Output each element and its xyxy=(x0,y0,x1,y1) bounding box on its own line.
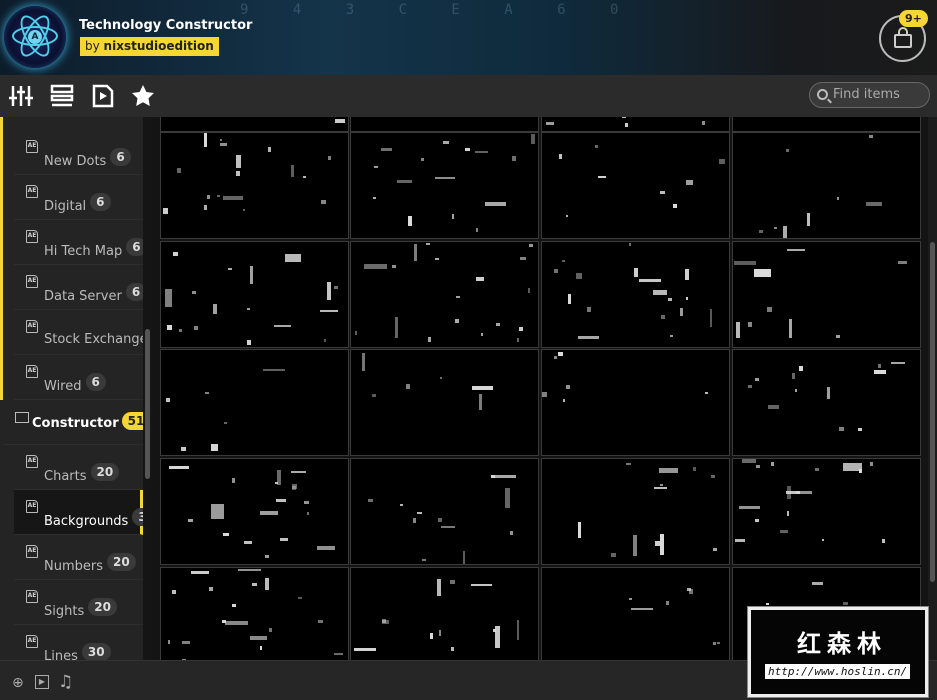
sidebar-item-backgrounds[interactable]: AE Backgrounds 3 xyxy=(14,490,143,535)
3d-object-icon[interactable]: ⊕ xyxy=(12,675,28,691)
thumbnail-item[interactable] xyxy=(350,567,539,660)
star-icon[interactable] xyxy=(131,84,155,108)
app-title: Technology Constructor xyxy=(79,18,253,33)
sidebar-item-data-server[interactable]: AE Data Server 6 xyxy=(14,265,143,310)
thumbnail-item[interactable] xyxy=(541,241,730,348)
thumbnail-item[interactable] xyxy=(350,349,539,456)
search-icon xyxy=(817,89,828,100)
thumbnail-item[interactable] xyxy=(160,132,349,239)
thumbnail-item[interactable] xyxy=(732,349,921,456)
thumbnail-item[interactable] xyxy=(160,117,349,132)
thumbnail-item[interactable] xyxy=(732,117,921,132)
ae-file-icon: AE xyxy=(26,185,38,198)
ae-file-icon: AE xyxy=(26,275,38,288)
thumbnail-grid xyxy=(152,117,928,660)
header-background-digits: 9 4 3 C E A 6 0 xyxy=(240,2,637,18)
thumbnail-item[interactable] xyxy=(732,132,921,239)
sidebar-item-lines[interactable]: AE Lines 30 xyxy=(14,625,143,660)
sliders-icon[interactable] xyxy=(9,84,33,108)
sidebar-item-numbers[interactable]: AE Numbers 20 xyxy=(14,535,143,580)
ae-file-icon: AE xyxy=(26,140,38,153)
folder-icon xyxy=(15,412,29,423)
thumbnail-item[interactable] xyxy=(160,241,349,348)
thumbnail-item[interactable] xyxy=(160,349,349,456)
thumbnail-item[interactable] xyxy=(160,567,349,660)
ae-file-icon: AE xyxy=(26,365,38,378)
thumbnail-item[interactable] xyxy=(541,117,730,132)
sidebar: AE New Dots 6 AE Digital 6 AE Hi Tech Map 6 AE… xyxy=(0,117,143,660)
toolbar xyxy=(0,75,937,117)
list-view-icon[interactable] xyxy=(50,84,74,108)
thumbnail-item[interactable] xyxy=(350,241,539,348)
ae-file-icon: AE xyxy=(26,590,38,603)
sidebar-item-wired[interactable]: AE Wired 6 xyxy=(14,355,143,400)
ae-file-icon: AE xyxy=(26,230,38,243)
thumbnail-item[interactable] xyxy=(350,132,539,239)
thumbnail-item[interactable] xyxy=(732,458,921,565)
sidebar-item-sights[interactable]: AE Sights 20 xyxy=(14,580,143,625)
sidebar-item-charts[interactable]: AE Charts 20 xyxy=(14,445,143,490)
thumbnail-item[interactable] xyxy=(541,458,730,565)
group-indicator xyxy=(0,117,3,400)
thumbnail-item[interactable] xyxy=(160,458,349,565)
search-input[interactable]: Find items xyxy=(809,82,930,108)
app-logo: A xyxy=(4,6,66,68)
thumbnail-item[interactable] xyxy=(541,567,730,660)
thumbnail-item[interactable] xyxy=(541,132,730,239)
ae-file-icon: AE xyxy=(26,455,38,468)
thumbnail-item[interactable] xyxy=(732,241,921,348)
cart-badge: 9+ xyxy=(899,10,928,27)
sidebar-item-stock-exchange[interactable]: AE Stock Exchange xyxy=(14,310,143,355)
sidebar-item-digital[interactable]: AE Digital 6 xyxy=(14,175,143,220)
video-file-icon[interactable] xyxy=(91,84,115,108)
thumbnail-item[interactable] xyxy=(541,349,730,456)
ae-file-icon: AE xyxy=(26,500,38,513)
watermark: 红森林 http://www.hoslin.cn/ xyxy=(747,606,929,698)
sidebar-scrollbar[interactable] xyxy=(143,117,152,660)
thumbnail-item[interactable] xyxy=(350,117,539,132)
ae-file-icon: AE xyxy=(26,320,38,333)
sidebar-item-hi-tech-map[interactable]: AE Hi Tech Map 6 xyxy=(14,220,143,265)
ae-file-icon: AE xyxy=(26,635,38,648)
ae-file-icon: AE xyxy=(26,545,38,558)
music-icon[interactable]: ♫ xyxy=(58,672,74,692)
video-icon[interactable]: ▶ xyxy=(35,675,49,689)
author-badge[interactable]: by nixstudioedition xyxy=(80,37,219,56)
sidebar-item-new-dots[interactable]: AE New Dots 6 xyxy=(14,130,143,175)
header: 9 4 3 C E A 6 0 A Technology Constructor… xyxy=(0,0,937,75)
grid-scrollbar[interactable] xyxy=(928,117,937,660)
sidebar-folder-constructor[interactable]: Constructor518 xyxy=(3,400,143,445)
thumbnail-item[interactable] xyxy=(350,458,539,565)
